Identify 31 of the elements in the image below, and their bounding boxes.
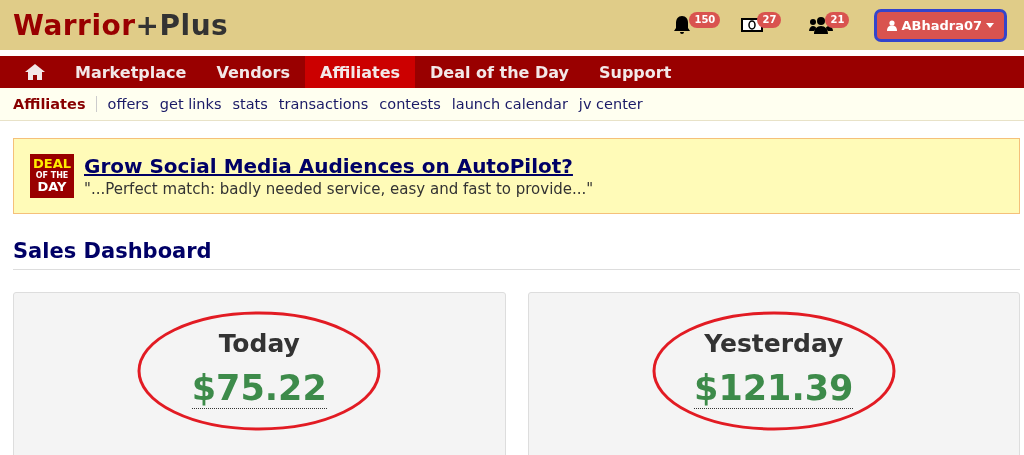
banknote-icon[interactable] — [741, 17, 764, 33]
count-badge: 21 — [825, 12, 850, 28]
section-title: Affiliates — [13, 96, 97, 112]
card-label: Yesterday — [704, 329, 844, 358]
nav-tab[interactable]: Vendors — [201, 56, 305, 88]
subnav-link[interactable]: transactions — [278, 96, 369, 112]
caret-icon — [986, 22, 994, 28]
deal-quote: "...Perfect match: badly needed service, easy and fast to provide..." — [84, 180, 594, 198]
nav-tab[interactable]: Support — [584, 56, 687, 88]
section-heading: Sales Dashboard — [13, 239, 1020, 270]
deal-badge: DEAL OF THE DAY — [30, 154, 74, 198]
subnav-link[interactable]: jv center — [578, 96, 643, 112]
count-badge: 27 — [757, 12, 782, 28]
logo[interactable]: Warrior+Plus — [13, 8, 229, 42]
bell-icon[interactable] — [673, 15, 692, 35]
count-badge: 150 — [689, 12, 721, 28]
subnav-link[interactable]: stats — [232, 96, 268, 112]
subnav-link[interactable]: get links — [159, 96, 222, 112]
user-menu-button[interactable]: ABhadra07 — [877, 11, 1004, 39]
subnav-link[interactable]: contests — [379, 96, 441, 112]
sales-amount: $75.22 — [191, 368, 327, 409]
nav-tab[interactable]: Marketplace — [60, 56, 202, 88]
subnav-link[interactable]: offers — [107, 96, 149, 112]
user-icon — [887, 19, 898, 31]
home-icon — [25, 64, 45, 80]
nav-tab[interactable]: Affiliates — [305, 56, 415, 88]
card-label: Today — [218, 329, 300, 358]
nav-tab[interactable]: Deal of the Day — [415, 56, 584, 88]
sales-amount: $121.39 — [694, 368, 854, 409]
subnav-link[interactable]: launch calendar — [451, 96, 568, 112]
deal-link[interactable]: Grow Social Media Audiences on AutoPilot? — [84, 154, 573, 178]
